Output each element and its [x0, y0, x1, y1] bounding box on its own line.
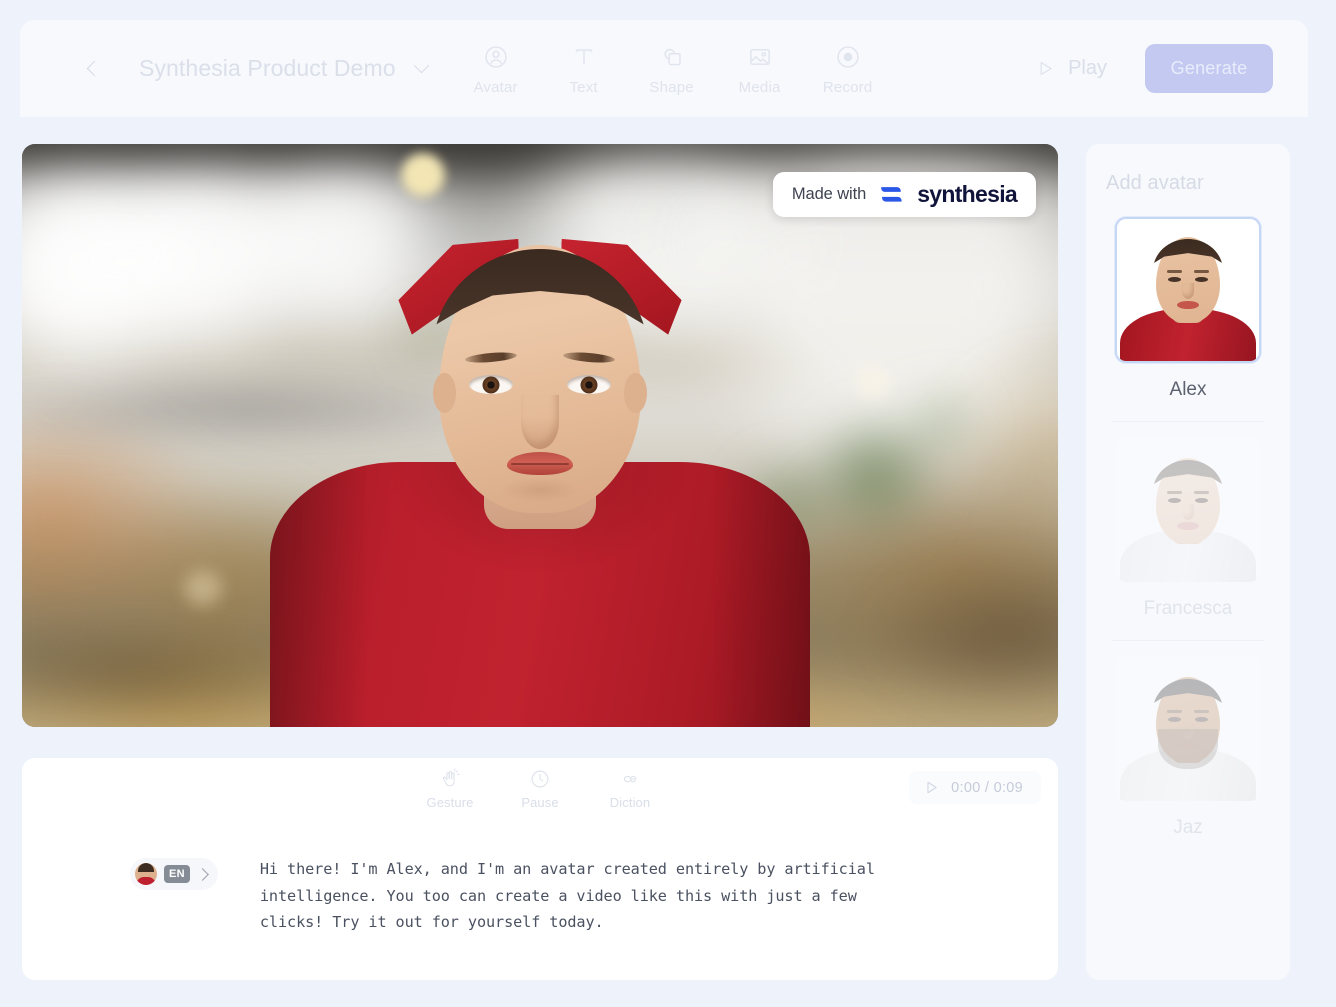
avatar-eye-left [469, 375, 513, 394]
tool-shape[interactable]: Shape [629, 42, 715, 96]
record-dot-circle-icon [836, 45, 859, 68]
avatar-thumbnail-icon [135, 863, 157, 885]
bokeh-light [855, 365, 890, 400]
avatar-figure [260, 227, 820, 727]
script-row: EN Hi there! I'm Alex, and I'm an avatar… [22, 826, 1058, 936]
clock-icon [531, 770, 549, 788]
synthesia-editor: Synthesia Product Demo Avatar Text Shape… [0, 0, 1336, 1007]
tool-media[interactable]: Media [717, 42, 803, 96]
media-image-icon [749, 48, 770, 65]
avatar-sidebar: Add avatar Alex Francesca Jaz [1086, 144, 1290, 980]
play-button[interactable]: Play [1020, 47, 1123, 90]
text-t-icon [575, 48, 592, 64]
avatar-name: Francesca [1143, 598, 1233, 619]
play-triangle-icon [927, 781, 937, 794]
watermark-badge: Made with synthesia [772, 172, 1036, 217]
script-toolbar: Gesture Pause Diction 0:00 / 0:09 [22, 758, 1058, 826]
back-button[interactable] [72, 49, 112, 89]
avatar-ear-right [624, 373, 647, 413]
avatar-eye-right [567, 375, 611, 394]
avatar-card-jaz[interactable]: Jaz [1102, 641, 1274, 853]
avatar-lips [507, 452, 573, 475]
script-tool-label: Gesture [426, 795, 474, 810]
script-panel: Gesture Pause Diction 0:00 / 0:09 EN Hi … [22, 758, 1058, 980]
synthesia-logo-icon [881, 187, 902, 202]
avatar-portrait [1120, 450, 1256, 582]
avatar-eyebrow-right [562, 350, 616, 365]
avatar-thumbnail [1115, 217, 1261, 363]
topbar-actions: Play Generate [1020, 44, 1273, 93]
tool-label: Shape [649, 78, 694, 96]
tool-text[interactable]: Text [541, 42, 627, 96]
video-preview-canvas[interactable]: Made with synthesia [22, 144, 1058, 727]
tool-label: Avatar [473, 78, 518, 96]
tool-avatar[interactable]: Avatar [453, 42, 539, 96]
avatar-eyebrow-left [464, 350, 518, 365]
avatar-name: Jaz [1173, 817, 1203, 838]
script-tool-diction[interactable]: Diction [598, 768, 662, 810]
language-badge: EN [164, 865, 190, 883]
avatar-name: Alex [1169, 379, 1207, 400]
timecode-display[interactable]: 0:00 / 0:09 [909, 771, 1041, 804]
top-toolbar: Synthesia Product Demo Avatar Text Shape… [20, 20, 1308, 117]
avatar-nose [521, 395, 559, 449]
play-triangle-icon [1040, 61, 1052, 76]
avatar-ear-left [433, 373, 456, 413]
tool-label: Media [738, 78, 781, 96]
script-textarea[interactable]: Hi there! I'm Alex, and I'm an avatar cr… [260, 856, 900, 936]
script-tool-label: Diction [609, 795, 651, 810]
avatar-card-francesca[interactable]: Francesca [1102, 422, 1274, 634]
chevron-down-icon[interactable] [413, 57, 429, 76]
avatar-card-alex[interactable]: Alex [1102, 217, 1274, 415]
avatar-portrait [1120, 669, 1256, 801]
timecode-label: 0:00 / 0:09 [951, 779, 1023, 796]
script-tool-label: Pause [521, 795, 559, 810]
avatar-portrait [1120, 229, 1256, 361]
shape-square-circle-icon [664, 48, 681, 65]
chevron-right-icon [196, 867, 209, 881]
avatar-thumbnail [1115, 655, 1261, 801]
generate-button[interactable]: Generate [1145, 44, 1273, 93]
avatar-head [432, 245, 648, 513]
chevron-left-icon [86, 60, 102, 77]
avatar-person-circle-icon [484, 45, 507, 68]
hand-wave-icon [442, 768, 460, 787]
project-title[interactable]: Synthesia Product Demo [139, 55, 396, 82]
tool-label: Text [569, 78, 598, 96]
watermark-made-with-label: Made with [791, 185, 867, 203]
sidebar-title: Add avatar [1106, 172, 1204, 194]
language-selector-chip[interactable]: EN [130, 858, 218, 890]
avatar-chin-shading [500, 477, 580, 503]
tool-record[interactable]: Record [805, 42, 891, 96]
bokeh-light [400, 152, 447, 199]
avatar-thumbnail [1115, 436, 1261, 582]
tool-label: Record [822, 78, 873, 96]
bokeh-light [182, 569, 223, 606]
script-tool-pause[interactable]: Pause [508, 768, 572, 810]
avatar-list: Alex Francesca Jaz [1102, 217, 1274, 853]
watermark-brand-label: synthesia [917, 181, 1018, 207]
script-tool-gesture[interactable]: Gesture [418, 768, 482, 810]
ae-ligature-icon [623, 775, 637, 783]
play-label: Play [1068, 57, 1107, 79]
insert-tools: Avatar Text Shape Media Record [453, 42, 891, 96]
